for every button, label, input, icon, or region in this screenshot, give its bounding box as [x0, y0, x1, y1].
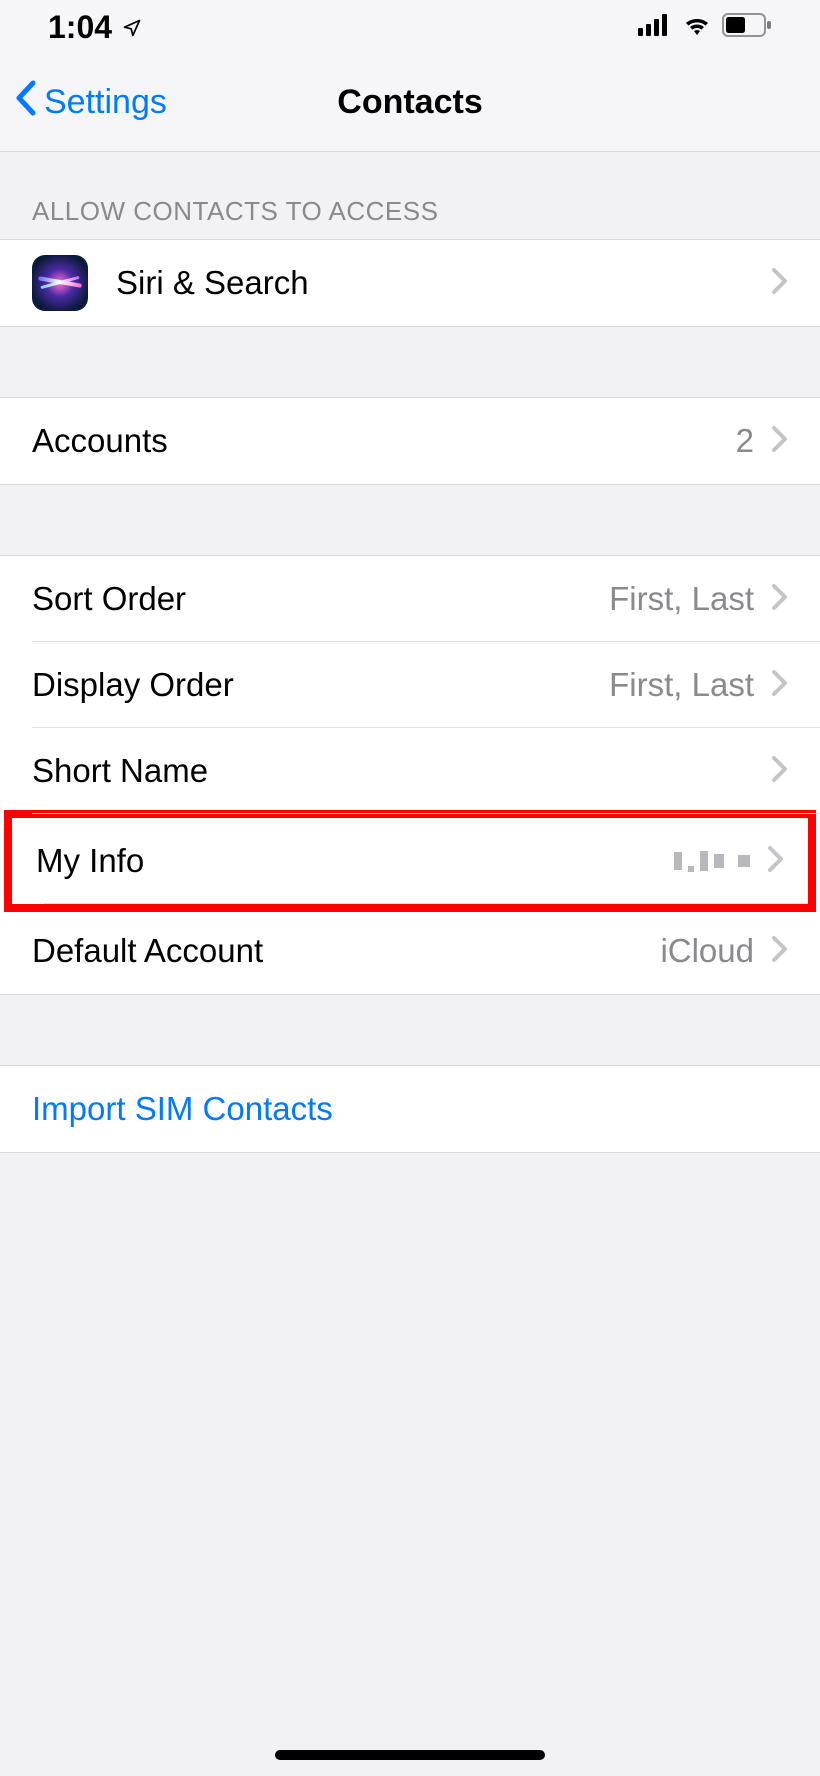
wifi-icon	[682, 14, 712, 41]
row-label: Short Name	[32, 752, 772, 790]
section-header-allow: ALLOW CONTACTS TO ACCESS	[0, 152, 820, 239]
row-short-name[interactable]: Short Name	[0, 728, 820, 814]
list-allow: Siri & Search	[0, 239, 820, 327]
nav-bar: Settings Contacts	[0, 54, 820, 152]
siri-icon	[32, 255, 88, 311]
row-display-order[interactable]: Display Order First, Last	[0, 642, 820, 728]
chevron-right-icon	[772, 584, 788, 615]
battery-icon	[722, 13, 772, 42]
page-title: Contacts	[337, 83, 482, 122]
row-value: First, Last	[609, 666, 754, 704]
status-right	[638, 13, 772, 42]
row-default-account[interactable]: Default Account iCloud	[0, 908, 820, 994]
row-import-sim[interactable]: Import SIM Contacts	[0, 1066, 820, 1152]
row-my-info[interactable]: My Info	[12, 818, 808, 904]
row-label: Display Order	[32, 666, 609, 704]
section-gap	[0, 485, 820, 555]
status-left: 1:04	[48, 9, 142, 46]
list-import: Import SIM Contacts	[0, 1065, 820, 1153]
row-label: Sort Order	[32, 580, 609, 618]
chevron-left-icon	[14, 80, 38, 125]
back-label: Settings	[44, 83, 167, 122]
row-label: My Info	[36, 842, 674, 880]
home-indicator[interactable]	[275, 1750, 545, 1760]
status-bar: 1:04	[0, 0, 820, 54]
row-value: First, Last	[609, 580, 754, 618]
chevron-right-icon	[768, 846, 784, 877]
row-label: Default Account	[32, 932, 660, 970]
chevron-right-icon	[772, 936, 788, 967]
row-siri-search[interactable]: Siri & Search	[0, 240, 820, 326]
chevron-right-icon	[772, 670, 788, 701]
list-accounts: Accounts 2	[0, 397, 820, 485]
back-button[interactable]: Settings	[0, 80, 167, 125]
status-time: 1:04	[48, 9, 112, 46]
section-gap	[0, 995, 820, 1065]
row-label: Siri & Search	[116, 264, 772, 302]
row-value: iCloud	[660, 932, 754, 970]
chevron-right-icon	[772, 756, 788, 787]
row-value: 2	[736, 422, 754, 460]
row-sort-order[interactable]: Sort Order First, Last	[0, 556, 820, 642]
section-gap	[0, 327, 820, 397]
highlight-my-info: My Info	[4, 810, 816, 912]
chevron-right-icon	[772, 268, 788, 299]
row-accounts[interactable]: Accounts 2	[0, 398, 820, 484]
chevron-right-icon	[772, 426, 788, 457]
row-value-obscured	[674, 851, 750, 871]
location-arrow-icon	[122, 9, 142, 46]
cellular-signal-icon	[638, 14, 672, 41]
row-label: Accounts	[32, 422, 736, 460]
row-link-label: Import SIM Contacts	[32, 1090, 788, 1128]
list-display-prefs: Sort Order First, Last Display Order Fir…	[0, 555, 820, 995]
